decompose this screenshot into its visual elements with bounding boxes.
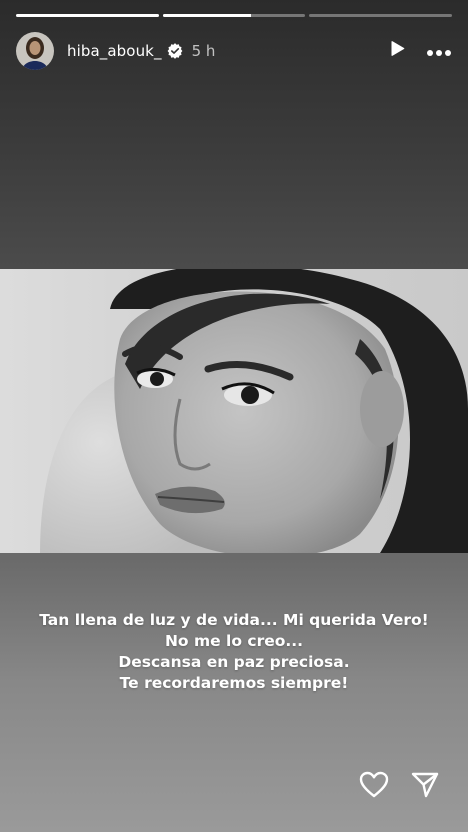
username[interactable]: hiba_abouk_ bbox=[67, 42, 162, 60]
progress-segment bbox=[309, 14, 453, 17]
progress-segment bbox=[162, 14, 306, 17]
story-progress bbox=[16, 14, 453, 17]
caption-line: No me lo creo... bbox=[164, 632, 304, 650]
story-actions bbox=[359, 771, 439, 802]
caption-line: Descansa en paz preciosa. bbox=[118, 653, 350, 671]
verified-badge-icon bbox=[167, 43, 183, 59]
story-photo bbox=[0, 269, 468, 553]
avatar-image bbox=[16, 32, 54, 70]
story-viewer: hiba_abouk_ 5 h Tan llena de luz y de vi… bbox=[0, 0, 468, 832]
heart-icon[interactable] bbox=[359, 771, 389, 802]
caption-line: Tan llena de luz y de vida... Mi querida… bbox=[39, 611, 429, 629]
post-time: 5 h bbox=[191, 42, 216, 60]
story-caption: Tan llena de luz y de vida... Mi querida… bbox=[0, 610, 468, 694]
send-icon[interactable] bbox=[411, 771, 439, 802]
caption-line: Te recordaremos siempre! bbox=[119, 674, 349, 692]
progress-segment bbox=[16, 14, 159, 17]
story-header: hiba_abouk_ 5 h bbox=[16, 32, 452, 70]
more-icon[interactable] bbox=[426, 42, 452, 61]
play-icon[interactable] bbox=[388, 40, 406, 62]
avatar[interactable] bbox=[16, 32, 54, 70]
